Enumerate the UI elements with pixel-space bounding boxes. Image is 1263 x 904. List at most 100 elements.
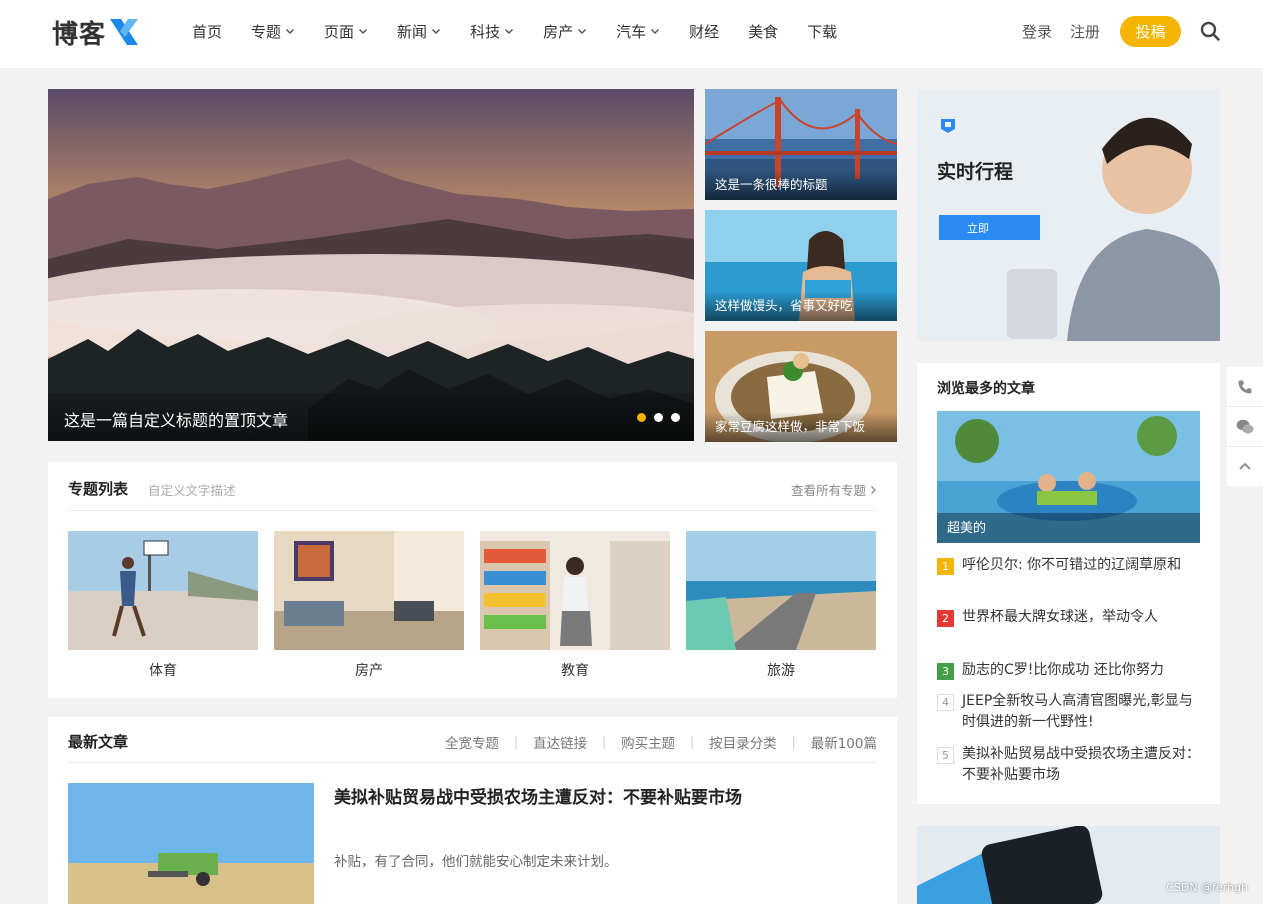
ranking-item[interactable]: 4 JEEP全新牧马人高清官图曝光,彰显与时俱进的新一代野性!: [937, 691, 1200, 733]
logo-x-icon: [110, 19, 139, 45]
slider-dot[interactable]: [654, 413, 663, 422]
phone-icon: [1238, 380, 1252, 393]
tab-fullwidth-topics[interactable]: 全宽专题: [445, 732, 499, 752]
search-icon[interactable]: [1199, 20, 1221, 42]
nav-item-topics[interactable]: 专题: [251, 21, 295, 42]
chevron-down-icon: [359, 28, 368, 35]
hero-caption: 这是一篇自定义标题的置顶文章: [48, 393, 694, 441]
topic-label: 教育: [561, 663, 589, 679]
ad-cta-button[interactable]: 立即: [939, 215, 1040, 240]
most-viewed-section: 浏览最多的文章 超美的 1 呼伦贝尔: 你不可错过的辽阔草原和 2 世界杯最大牌…: [917, 363, 1220, 804]
basketball-image: [68, 531, 258, 650]
harvester-image: [68, 783, 314, 904]
featured-article[interactable]: 超美的: [937, 411, 1200, 543]
rank-title: 呼伦贝尔: 你不可错过的辽阔草原和: [962, 557, 1182, 573]
nav-item-auto[interactable]: 汽车: [616, 21, 660, 42]
main-nav: 首页 专题 页面 新闻 科技 房产 汽车 财经 美食 下载: [192, 0, 866, 62]
topic-label: 体育: [149, 663, 177, 679]
rank-badge: 4: [937, 694, 954, 711]
ranking-item[interactable]: 2 世界杯最大牌女球迷，举动令人: [937, 607, 1200, 628]
nav-item-tech[interactable]: 科技: [470, 21, 514, 42]
register-link[interactable]: 注册: [1070, 21, 1100, 42]
article-excerpt: 补贴，有了合同，他们就能安心制定未来计划。: [334, 854, 618, 870]
floating-toolbar: [1227, 367, 1263, 487]
rank-badge: 3: [937, 663, 954, 680]
topic-card-sports[interactable]: 体育: [68, 531, 258, 680]
hero-landscape-image: [48, 89, 694, 441]
site-header: 博客 首页 专题 页面 新闻 科技 房产 汽车 财经 美食 下载 登录 注册 投…: [0, 0, 1263, 68]
topic-list-section: 专题列表 自定义文字描述 查看所有专题 体育 房产 教育 旅游: [48, 462, 897, 698]
hero-side-card[interactable]: 这样做馒头，省事又好吃: [705, 210, 897, 321]
login-link[interactable]: 登录: [1022, 21, 1052, 42]
side-card-caption: 这样做馒头，省事又好吃: [715, 298, 853, 313]
hero-side-card[interactable]: 家常豆腐这样做，非常下饭: [705, 331, 897, 442]
chevron-down-icon: [578, 28, 587, 35]
chevron-down-icon: [651, 28, 660, 35]
user-nav: 登录 注册 投稿: [1022, 0, 1263, 62]
nav-item-home[interactable]: 首页: [192, 21, 222, 42]
rank-title: JEEP全新牧马人高清官图曝光,彰显与时俱进的新一代野性!: [962, 693, 1193, 730]
watermark: CSDN @ferhgh: [1166, 881, 1248, 894]
tab-buy-theme[interactable]: 购买主题: [621, 732, 675, 752]
nav-item-finance[interactable]: 财经: [689, 21, 719, 42]
rank-badge: 5: [937, 747, 954, 764]
nav-item-news[interactable]: 新闻: [397, 21, 441, 42]
slider-dot[interactable]: [637, 413, 646, 422]
hero-caption-text[interactable]: 这是一篇自定义标题的置顶文章: [64, 407, 288, 431]
chevron-down-icon: [505, 28, 514, 35]
nav-item-realestate[interactable]: 房产: [543, 21, 587, 42]
topic-card-education[interactable]: 教育: [480, 531, 670, 680]
hero-slider[interactable]: 这是一篇自定义标题的置顶文章: [48, 89, 694, 441]
tab-by-category[interactable]: 按目录分类: [709, 732, 777, 752]
slider-dot[interactable]: [671, 413, 680, 422]
section-title: 最新文章: [68, 733, 129, 751]
logo-text: 博客: [52, 19, 107, 50]
topic-label: 旅游: [767, 663, 795, 679]
ad-banner[interactable]: 实时行程 立即: [917, 89, 1220, 341]
wechat-icon: [1236, 419, 1254, 433]
ad-title: 实时行程: [937, 161, 1014, 183]
arrow-up-icon: [1239, 462, 1251, 470]
back-to-top-button[interactable]: [1227, 447, 1263, 487]
latest-tabs: 全宽专题 | 直达链接 | 购买主题 | 按目录分类 | 最新100篇: [445, 732, 877, 752]
post-button[interactable]: 投稿: [1120, 15, 1181, 47]
nav-item-food[interactable]: 美食: [748, 21, 778, 42]
topic-card-realestate[interactable]: 房产: [274, 531, 464, 680]
article-title[interactable]: 美拟补贴贸易战中受损农场主遭反对：不要补贴要市场: [334, 783, 742, 808]
slider-dots: [637, 413, 680, 422]
bookstore-image: [480, 531, 670, 650]
coastal-road-image: [686, 531, 876, 650]
featured-caption: 超美的: [947, 521, 987, 536]
nav-item-pages[interactable]: 页面: [324, 21, 368, 42]
rank-badge: 1: [937, 558, 954, 575]
rank-title: 美拟补贴贸易战中受损农场主遭反对：不要补贴要市场: [962, 746, 1200, 783]
chevron-down-icon: [432, 28, 441, 35]
site-logo[interactable]: 博客: [52, 12, 140, 52]
section-title: 专题列表: [68, 480, 129, 498]
section-title: 浏览最多的文章: [937, 381, 1035, 397]
topic-card-travel[interactable]: 旅游: [686, 531, 876, 680]
rank-badge: 2: [937, 610, 954, 627]
rank-title: 世界杯最大牌女球迷，举动令人: [962, 609, 1158, 625]
topic-label: 房产: [355, 663, 383, 679]
side-card-caption: 家常豆腐这样做，非常下饭: [715, 419, 866, 434]
latest-articles-section: 最新文章 全宽专题 | 直达链接 | 购买主题 | 按目录分类 | 最新100篇…: [48, 717, 897, 904]
ad-brand-icon: [941, 119, 955, 133]
divider: [68, 762, 877, 763]
side-card-caption: 这是一条很棒的标题: [715, 177, 828, 192]
tab-direct-links[interactable]: 直达链接: [533, 732, 587, 752]
ranking-item[interactable]: 1 呼伦贝尔: 你不可错过的辽阔草原和: [937, 555, 1200, 576]
view-all-topics-link[interactable]: 查看所有专题: [791, 480, 877, 499]
ranking-item[interactable]: 3 励志的C罗!比你成功 还比你努力: [937, 660, 1200, 681]
living-room-image: [274, 531, 464, 650]
ranking-item[interactable]: 5 美拟补贴贸易战中受损农场主遭反对：不要补贴要市场: [937, 744, 1200, 786]
section-desc: 自定义文字描述: [148, 483, 236, 498]
chevron-right-icon: [871, 486, 876, 494]
phone-button[interactable]: [1227, 367, 1263, 407]
chevron-down-icon: [286, 28, 295, 35]
hero-side-card[interactable]: 这是一条很棒的标题: [705, 89, 897, 200]
tab-latest-100[interactable]: 最新100篇: [811, 732, 877, 752]
article-thumbnail[interactable]: [68, 783, 314, 904]
wechat-button[interactable]: [1227, 407, 1263, 447]
nav-item-download[interactable]: 下载: [807, 21, 837, 42]
